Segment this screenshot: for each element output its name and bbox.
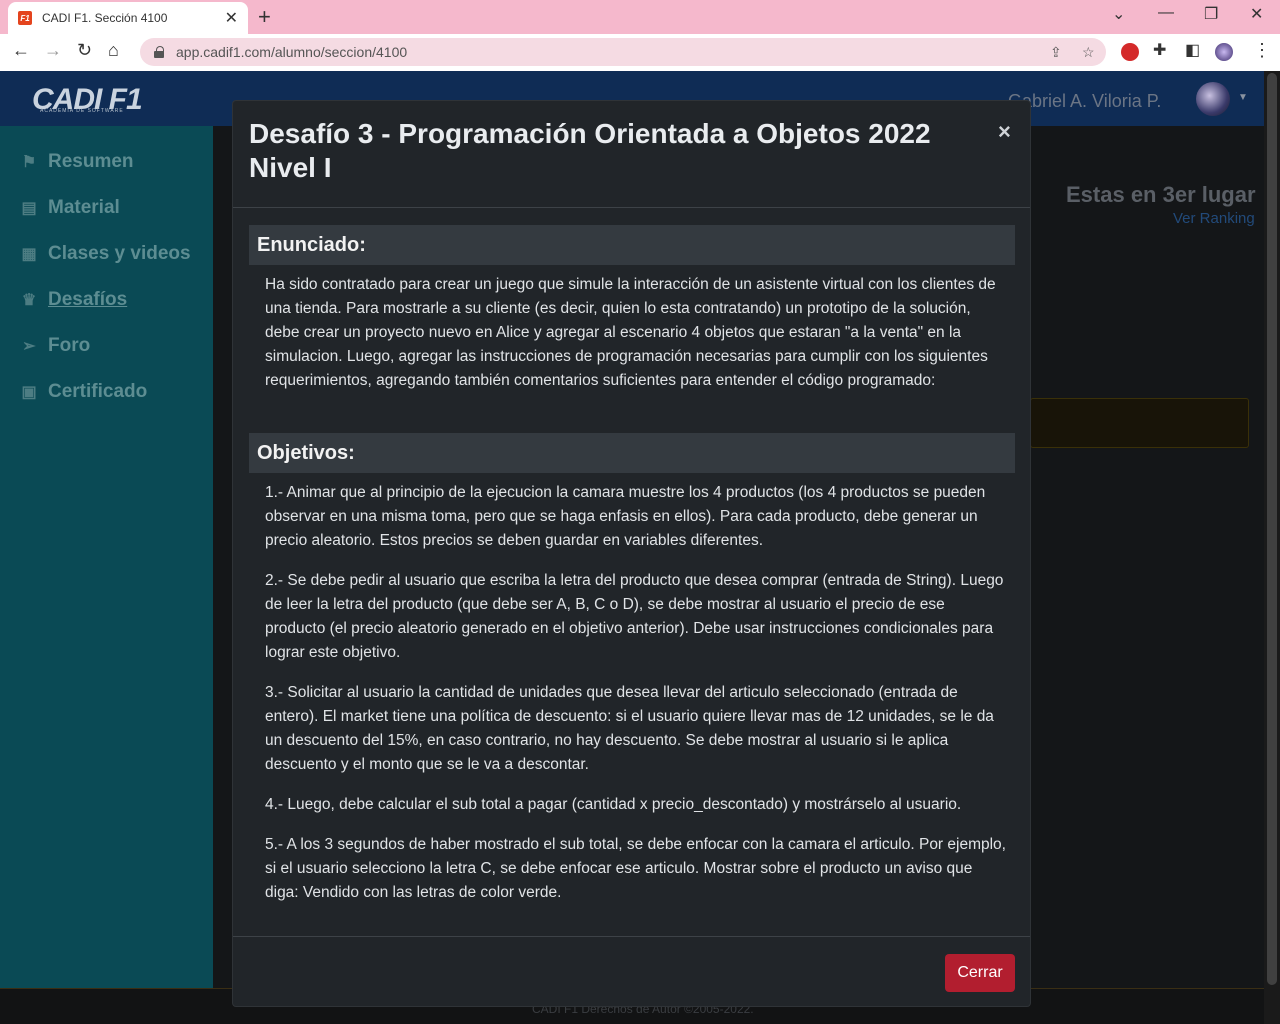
reload-icon[interactable]: ↻ [77, 40, 92, 61]
trophy-icon: ♛ [21, 292, 37, 309]
new-tab-icon[interactable]: + [258, 4, 271, 30]
tab-title: CADI F1. Sección 4100 [42, 11, 168, 25]
sidebar-item-label: Foro [48, 335, 91, 356]
share-icon[interactable]: ⇪ [1050, 44, 1062, 61]
restore-icon[interactable]: ❐ [1204, 4, 1218, 24]
sidebar-item-resumen[interactable]: ⚑ Resumen [20, 151, 134, 173]
objective-item: 2.- Se debe pedir al usuario que escriba… [265, 572, 1004, 661]
adblock-icon[interactable] [1121, 43, 1139, 61]
challenge-modal: Desafío 3 - Programación Orientada a Obj… [232, 100, 1031, 1007]
tab-search-icon[interactable]: ⌄ [1112, 4, 1125, 24]
sidebar-item-label: Certificado [48, 381, 148, 402]
modal-footer: Cerrar [233, 936, 1030, 1006]
extensions-icon[interactable]: ✚ [1153, 40, 1166, 60]
enunciado-heading: Enunciado: [249, 225, 1015, 265]
user-name[interactable]: Gabriel A. Viloria P. [1008, 91, 1161, 112]
close-button[interactable]: Cerrar [945, 954, 1015, 992]
address-bar[interactable]: app.cadif1.com/alumno/seccion/4100 ⇪ ☆ [140, 38, 1106, 66]
sidebar-item-clases[interactable]: ▦ Clases y videos [20, 243, 191, 265]
sidebar: ⚑ Resumen ▤ Material ▦ Clases y videos ♛… [0, 126, 213, 988]
sidebar-item-label: Resumen [48, 151, 134, 172]
flag-icon: ⚑ [21, 154, 37, 171]
modal-title: Desafío 3 - Programación Orientada a Obj… [249, 118, 931, 183]
sidebar-item-label: Desafíos [48, 289, 128, 310]
lock-icon[interactable] [154, 46, 164, 58]
logo-subtitle: ACADEMIA DE SOFTWARE [40, 108, 124, 114]
ranking-link[interactable]: Ver Ranking [1173, 210, 1255, 227]
url-text[interactable]: app.cadif1.com/alumno/seccion/4100 [176, 44, 407, 60]
bookmark-star-icon[interactable]: ☆ [1082, 44, 1095, 61]
scrollbar-thumb[interactable] [1267, 73, 1277, 985]
browser-toolbar: ← → ↻ ⌂ app.cadif1.com/alumno/seccion/41… [0, 34, 1280, 71]
side-panel-icon[interactable]: ◧ [1185, 40, 1200, 60]
objective-item: 3.- Solicitar al usuario la cantidad de … [265, 684, 994, 773]
favicon-icon: F1 [18, 11, 32, 25]
sidebar-item-foro[interactable]: ➢ Foro [20, 335, 90, 357]
forward-icon[interactable]: → [44, 40, 62, 61]
sidebar-item-label: Clases y videos [48, 243, 191, 264]
certificate-icon: ▣ [21, 384, 37, 401]
rank-text: Estas en 3er lugar [1066, 182, 1256, 207]
book-icon: ▤ [21, 200, 37, 217]
browser-tab[interactable]: F1 CADI F1. Sección 4100 ✕ [8, 2, 248, 34]
minimize-icon[interactable]: — [1158, 4, 1174, 22]
close-window-icon[interactable]: ✕ [1250, 4, 1263, 24]
objective-item: 5.- A los 3 segundos de haber mostrado e… [265, 836, 1006, 901]
back-icon[interactable]: ← [12, 40, 30, 61]
profile-avatar-icon[interactable] [1215, 43, 1233, 61]
paper-plane-icon: ➢ [22, 338, 36, 355]
objective-item: 4.- Luego, debe calcular el sub total a … [265, 796, 962, 813]
sidebar-item-material[interactable]: ▤ Material [20, 197, 120, 219]
home-icon[interactable]: ⌂ [108, 40, 119, 61]
close-icon[interactable]: × [998, 119, 1011, 145]
tab-close-icon[interactable]: ✕ [225, 8, 238, 28]
calendar-icon: ▦ [21, 246, 37, 263]
browser-tab-bar: F1 CADI F1. Sección 4100 ✕ + ⌄ — ❐ ✕ [0, 0, 1280, 34]
enunciado-text: Ha sido contratado para crear un juego q… [265, 276, 996, 389]
objective-item: 1.- Animar que al principio de la ejecuc… [265, 484, 986, 549]
menu-kebab-icon[interactable]: ⋮ [1253, 40, 1271, 61]
sidebar-item-desafios[interactable]: ♛ Desafíos [20, 289, 127, 311]
chevron-down-icon[interactable]: ▼ [1238, 92, 1248, 103]
modal-header: Desafío 3 - Programación Orientada a Obj… [233, 101, 1030, 208]
sidebar-item-label: Material [48, 197, 120, 218]
avatar[interactable] [1196, 82, 1230, 116]
objetivos-heading: Objetivos: [249, 433, 1015, 473]
alert-box [1030, 398, 1249, 448]
sidebar-item-certificado[interactable]: ▣ Certificado [20, 381, 147, 403]
